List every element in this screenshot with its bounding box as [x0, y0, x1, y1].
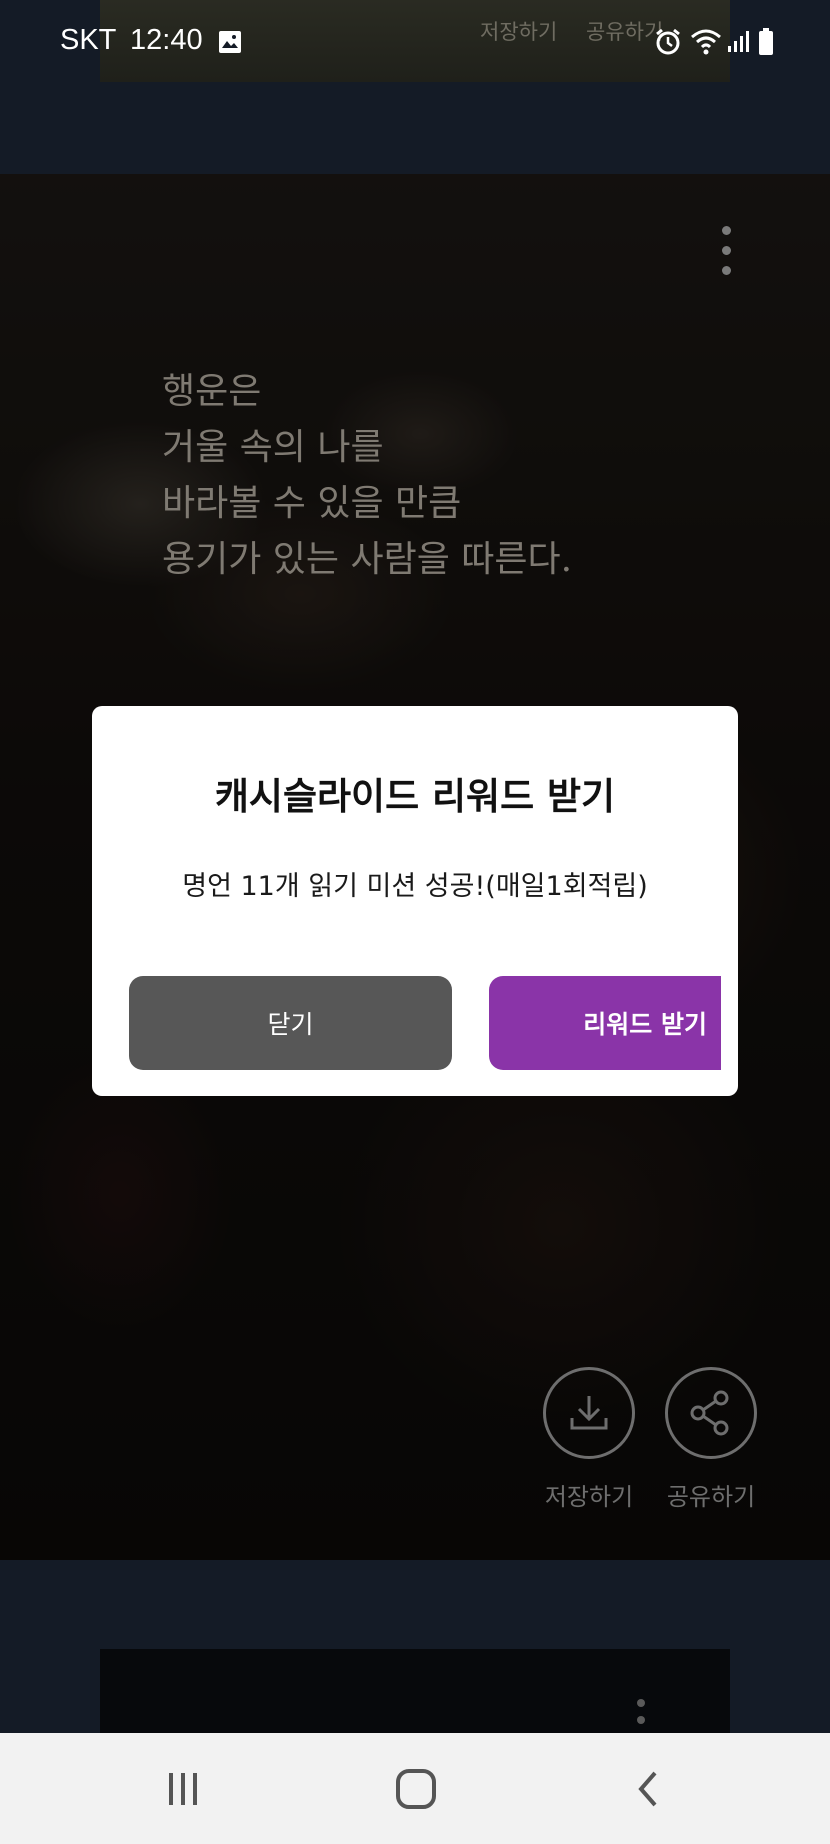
wifi-icon	[690, 28, 722, 60]
receive-reward-button[interactable]: 리워드 받기	[489, 976, 721, 1070]
back-icon[interactable]	[618, 1761, 678, 1817]
quote-line: 행운은	[162, 371, 262, 412]
signal-icon	[726, 30, 750, 58]
save-label: 저장하기	[544, 1483, 634, 1511]
share-button[interactable]: 공유하기	[651, 1367, 771, 1512]
quote-text: 행운은 거울 속의 나를 바라볼 수 있을 만큼 용기가 있는 사람을 따른다.	[162, 364, 572, 588]
share-label: 공유하기	[666, 1483, 756, 1511]
close-button[interactable]: 닫기	[129, 976, 452, 1070]
more-vert-icon[interactable]	[716, 226, 736, 278]
quote-line: 바라볼 수 있을 만큼	[162, 483, 462, 524]
gallery-icon	[218, 30, 242, 58]
navigation-bar	[0, 1733, 830, 1844]
dialog-message: 명언 11개 읽기 미션 성공!(매일1회적립)	[182, 871, 648, 902]
home-icon[interactable]	[386, 1761, 446, 1817]
save-button[interactable]: 저장하기	[529, 1367, 649, 1512]
quote-line: 거울 속의 나를	[162, 427, 384, 468]
quote-line: 용기가 있는 사람을 따른다.	[162, 539, 573, 580]
carrier-name: SKT	[60, 24, 117, 56]
recent-apps-icon[interactable]	[153, 1761, 213, 1817]
reward-dialog: 캐시슬라이드 리워드 받기 명언 11개 읽기 미션 성공!(매일1회적립) 닫…	[92, 706, 738, 1096]
dialog-title: 캐시슬라이드 리워드 받기	[214, 775, 616, 818]
alarm-icon	[654, 28, 682, 60]
clock: 12:40	[130, 24, 203, 56]
screen: 저장하기 공유하기 SKT 12:40 행운은 거울 속의 나를 바라볼 수 있…	[0, 0, 830, 1844]
share-icon	[665, 1367, 757, 1459]
battery-icon	[758, 28, 774, 60]
status-bar: SKT 12:40	[0, 0, 830, 70]
download-icon	[543, 1367, 635, 1459]
